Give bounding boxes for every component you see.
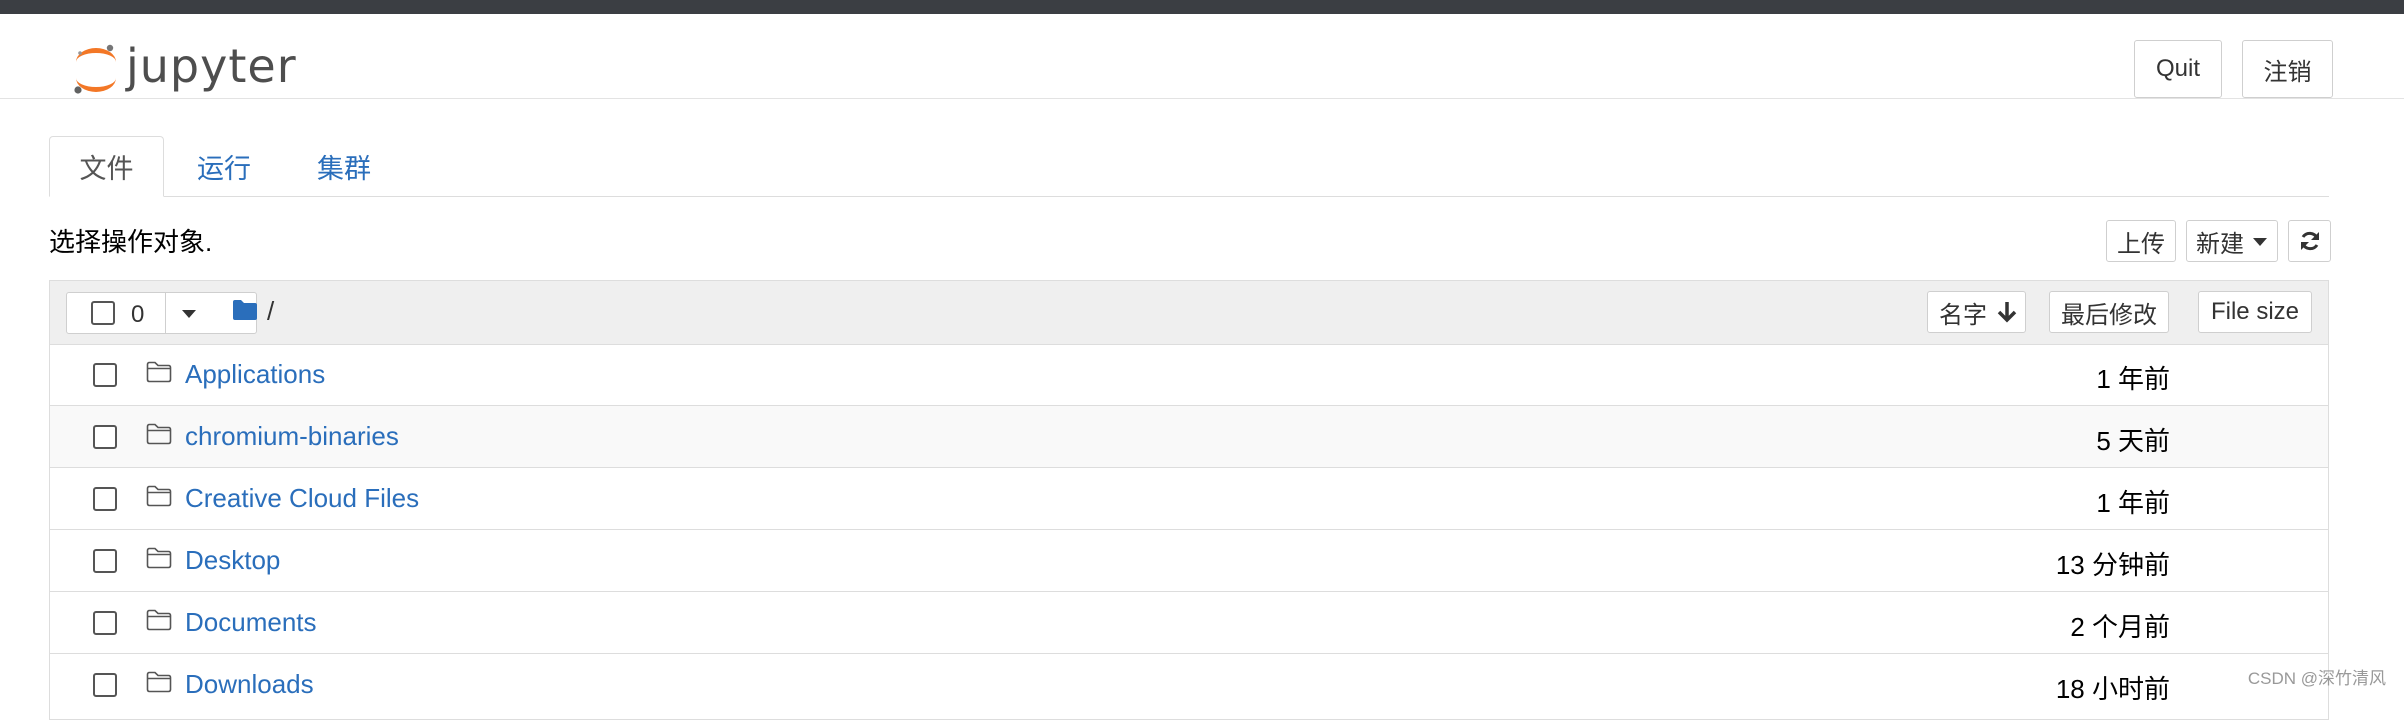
selection-instruction: 选择操作对象. xyxy=(49,227,213,257)
tab-bar: 文件 运行 集群 xyxy=(49,136,2329,197)
folder-icon[interactable] xyxy=(232,299,258,321)
folder-icon xyxy=(146,547,172,569)
item-checkbox[interactable] xyxy=(93,673,117,697)
item-modified: 18 小时前 xyxy=(2055,674,2170,704)
item-name-link[interactable]: chromium-binaries xyxy=(185,421,399,452)
caret-down-icon xyxy=(2253,238,2267,246)
sort-by-size-button[interactable]: File size xyxy=(2198,291,2312,333)
folder-icon xyxy=(146,671,172,693)
refresh-button[interactable] xyxy=(2288,220,2331,262)
folder-icon xyxy=(146,485,172,507)
item-checkbox[interactable] xyxy=(93,363,117,387)
item-checkbox[interactable] xyxy=(93,611,117,635)
header: jupyter Quit 注销 xyxy=(0,14,2404,99)
logout-button[interactable]: 注销 xyxy=(2242,40,2333,98)
item-name-link[interactable]: Desktop xyxy=(185,545,280,576)
caret-down-icon xyxy=(182,310,196,318)
selected-count: 0 xyxy=(131,301,145,328)
file-list-header: 0 / 名字 最后修改 File size xyxy=(50,281,2328,345)
folder-icon xyxy=(146,609,172,631)
file-list: 0 / 名字 最后修改 File size Applications 1 年前 xyxy=(49,280,2329,720)
list-item[interactable]: Creative Cloud Files 1 年前 xyxy=(50,468,2328,530)
tab-clusters[interactable]: 集群 xyxy=(299,136,389,196)
folder-icon xyxy=(146,361,172,383)
select-all-group: 0 xyxy=(66,292,257,334)
sort-by-name-button[interactable]: 名字 xyxy=(1927,291,2026,333)
list-item[interactable]: Desktop 13 分钟前 xyxy=(50,530,2328,592)
refresh-icon xyxy=(2300,231,2319,251)
item-checkbox[interactable] xyxy=(93,425,117,449)
list-item[interactable]: Downloads 18 小时前 xyxy=(50,654,2328,716)
item-checkbox[interactable] xyxy=(93,549,117,573)
item-name-link[interactable]: Downloads xyxy=(185,669,314,700)
folder-icon xyxy=(146,423,172,445)
quit-button[interactable]: Quit xyxy=(2134,40,2222,98)
tab-files[interactable]: 文件 xyxy=(49,136,164,197)
list-item[interactable]: chromium-binaries 5 天前 xyxy=(50,406,2328,468)
list-item[interactable]: Documents 2 个月前 xyxy=(50,592,2328,654)
top-bar xyxy=(0,0,2404,14)
new-dropdown-button[interactable]: 新建 xyxy=(2186,220,2278,262)
tab-running[interactable]: 运行 xyxy=(179,136,269,196)
list-item[interactable]: Applications 1 年前 xyxy=(50,344,2328,406)
upload-button[interactable]: 上传 xyxy=(2106,220,2176,262)
new-label: 新建 xyxy=(2196,230,2244,258)
item-name-link[interactable]: Documents xyxy=(185,607,317,638)
arrow-down-icon xyxy=(1997,302,2017,323)
item-checkbox[interactable] xyxy=(93,487,117,511)
item-modified: 5 天前 xyxy=(2096,426,2170,456)
item-modified: 2 个月前 xyxy=(2070,612,2170,642)
jupyter-logo[interactable]: jupyter xyxy=(70,40,300,100)
item-modified: 13 分钟前 xyxy=(2055,550,2170,580)
item-name-link[interactable]: Creative Cloud Files xyxy=(185,483,419,514)
breadcrumb-root[interactable]: / xyxy=(267,296,274,327)
item-name-link[interactable]: Applications xyxy=(185,359,325,390)
jupyter-logo-icon xyxy=(74,44,116,94)
item-modified: 1 年前 xyxy=(2096,364,2170,394)
watermark: CSDN @深竹清风 xyxy=(2247,669,2386,688)
select-all-checkbox[interactable] xyxy=(91,301,115,325)
logo-text: jupyter xyxy=(126,39,297,93)
sort-by-modified-button[interactable]: 最后修改 xyxy=(2049,291,2169,333)
sort-name-label: 名字 xyxy=(1939,301,1987,329)
item-modified: 1 年前 xyxy=(2096,488,2170,518)
